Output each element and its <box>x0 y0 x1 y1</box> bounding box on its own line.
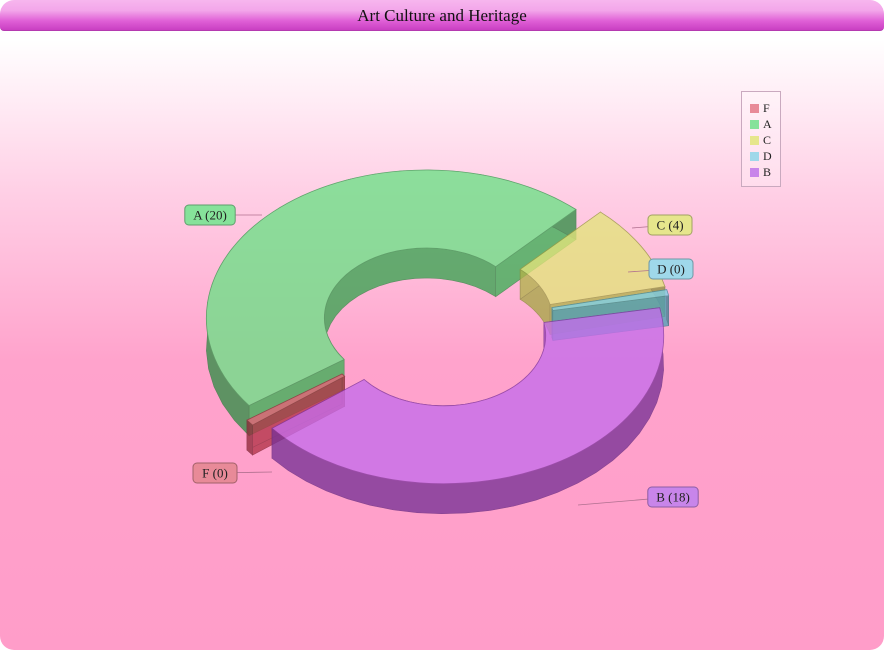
legend-label: A <box>763 116 772 131</box>
legend-label: B <box>763 164 772 179</box>
data-label-a: A (20) <box>184 204 262 226</box>
data-label-text: C (4) <box>656 218 683 233</box>
legend-swatch <box>750 119 759 129</box>
legend-swatch <box>750 151 759 161</box>
legend-label: D <box>763 148 772 163</box>
data-label-text: D (0) <box>657 262 685 277</box>
data-label-text: F (0) <box>202 466 228 481</box>
legend-item-b[interactable]: B <box>750 164 780 180</box>
slices-group <box>205 169 670 515</box>
data-label-text: B (18) <box>656 490 690 505</box>
data-label-f: F (0) <box>192 462 273 484</box>
legend-label: C <box>763 132 772 147</box>
slice-b[interactable] <box>271 307 665 515</box>
legend-swatch <box>750 135 759 145</box>
data-label-c: C (4) <box>631 214 693 236</box>
legend-item-a[interactable]: A <box>750 116 780 132</box>
chart-window: Art Culture and Heritage F (0) A (20) C (4… <box>0 0 884 650</box>
legend: FACDB <box>741 91 781 187</box>
data-label-text: A (20) <box>193 208 227 223</box>
data-label-b: B (18) <box>577 486 699 508</box>
legend-label: F <box>763 100 770 115</box>
legend-item-c[interactable]: C <box>750 132 780 148</box>
legend-swatch <box>750 103 759 113</box>
legend-swatch <box>750 167 759 177</box>
legend-item-d[interactable]: D <box>750 148 780 164</box>
legend-item-f[interactable]: F <box>750 100 780 116</box>
slice-outer-wall <box>246 419 253 456</box>
